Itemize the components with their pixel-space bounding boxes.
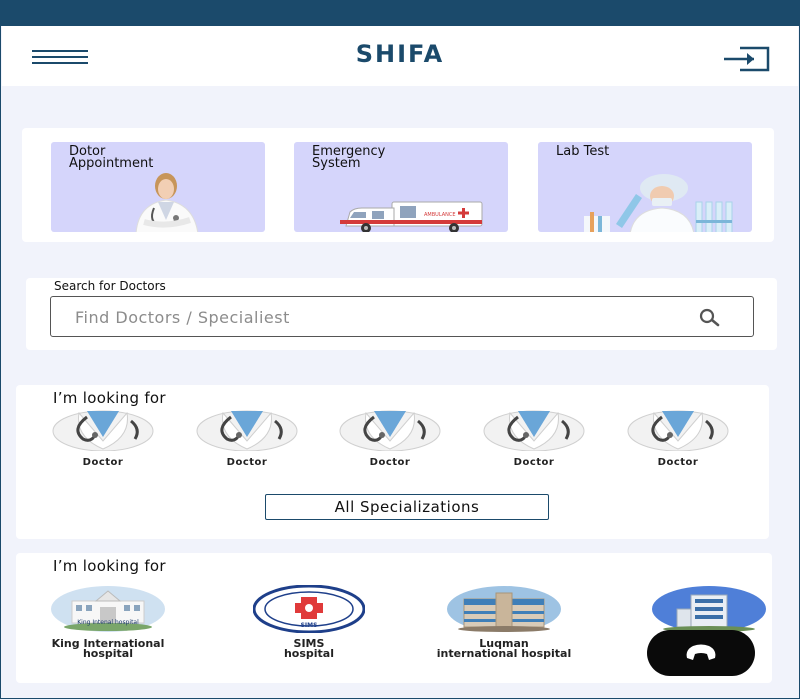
specialty-label: Doctor xyxy=(657,457,699,468)
section-title: I’m looking for xyxy=(53,557,166,575)
ambulance-icon: AMBULANCE xyxy=(340,201,483,232)
phone-icon xyxy=(686,644,716,660)
all-specializations-button[interactable]: All Specializations xyxy=(265,494,549,520)
specialty-label: Doctor xyxy=(226,457,268,468)
specialty-label: Doctor xyxy=(82,457,124,468)
app-brand: SHIFA xyxy=(355,40,445,68)
hospital-name: SIMS hospital xyxy=(283,637,335,660)
search-input[interactable] xyxy=(75,306,635,328)
service-title: Emergency System xyxy=(312,144,386,171)
specialty-item[interactable]: Doctor xyxy=(623,407,733,477)
hospital-logo-text: King Intenal hospital xyxy=(77,619,139,626)
login-icon[interactable] xyxy=(720,46,772,72)
section-title: I’m looking for xyxy=(53,389,166,407)
doctor-coat-icon xyxy=(339,410,441,451)
service-lab-test[interactable]: Lab Test xyxy=(538,142,752,232)
hospital-building-photo: King Intenal hospital xyxy=(51,586,165,632)
specialty-item[interactable]: Doctor xyxy=(335,407,445,477)
service-title: Lab Test xyxy=(556,144,610,159)
doctor-coat-icon xyxy=(627,410,729,451)
doctor-coat-icon xyxy=(196,410,298,451)
hospital-logo-text: SIMS xyxy=(301,622,318,629)
doctor-coat-icon xyxy=(483,410,585,451)
specialty-label: Doctor xyxy=(369,457,411,468)
hospital-item[interactable]: King Intenal hospital King International… xyxy=(13,585,203,659)
specialty-item[interactable]: Doctor xyxy=(479,407,589,477)
doctor-photo-icon xyxy=(135,173,199,232)
service-doctor-appointment[interactable]: Dotor Appointment xyxy=(51,142,265,232)
search-box[interactable] xyxy=(50,296,754,337)
hospital-name: King International hospital xyxy=(51,637,165,660)
hospital-name: Luqman international hospital xyxy=(436,637,572,660)
specialty-item[interactable]: Doctor xyxy=(48,407,158,477)
services-card: Dotor Appointment Emergency System AMBUL… xyxy=(22,128,774,242)
lab-scientist-photo-icon xyxy=(584,174,733,232)
specialties-card: I’m looking for Doctor Doctor Doctor Doc… xyxy=(16,385,769,539)
call-fab[interactable] xyxy=(647,630,755,676)
app-header: SHIFA xyxy=(2,26,798,86)
hospital-building-photo xyxy=(652,586,766,632)
search-icon[interactable] xyxy=(693,307,727,327)
specialty-label: Doctor xyxy=(513,457,555,468)
sims-logo: SIMS xyxy=(253,585,365,633)
hospital-item[interactable]: Luqman international hospital xyxy=(409,585,599,659)
search-card: Search for Doctors xyxy=(26,278,777,350)
hospital-building-photo xyxy=(447,586,561,632)
doctor-coat-icon xyxy=(52,410,154,451)
svg-text:AMBULANCE: AMBULANCE xyxy=(424,212,456,218)
specialty-item[interactable]: Doctor xyxy=(192,407,302,477)
service-emergency-system[interactable]: Emergency System AMBULANCE xyxy=(294,142,508,232)
hospital-item[interactable]: SIMS SIMS hospital xyxy=(214,585,404,659)
service-title: Dotor Appointment xyxy=(69,144,154,171)
search-label: Search for Doctors xyxy=(54,279,166,293)
